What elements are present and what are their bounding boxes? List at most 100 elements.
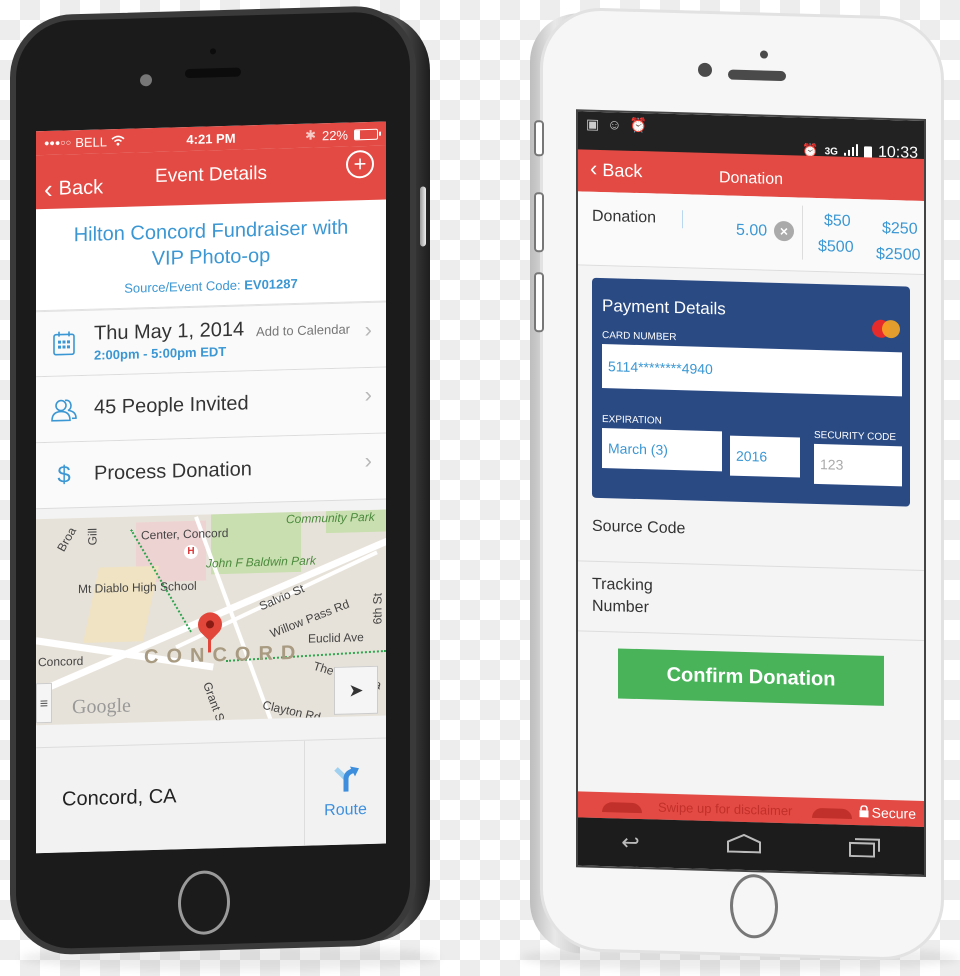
quick-amount-500[interactable]: $500 [818, 238, 854, 257]
security-code-label: SECURITY CODE [814, 429, 897, 444]
back-arrow-icon[interactable]: ↩ [621, 830, 639, 857]
quick-amount-250[interactable]: $250 [882, 220, 918, 239]
clear-icon[interactable]: × [774, 220, 794, 242]
page-title: Event Details [155, 162, 267, 187]
back-button[interactable]: ‹ Back [590, 156, 642, 183]
battery-percent: 22% [321, 127, 348, 143]
home-icon[interactable] [726, 832, 762, 859]
lock-icon [859, 804, 869, 820]
map-menu-icon[interactable]: ≡ [36, 682, 52, 724]
home-button[interactable] [730, 873, 778, 939]
signal-dots-icon: ●●●○○ [44, 137, 72, 149]
android-nav-bar: ↩ [578, 817, 924, 876]
exp-year-select[interactable]: 2016 [730, 435, 800, 478]
school-area [83, 565, 159, 643]
swipe-handle-icon [602, 802, 642, 814]
expiration-label: EXPIRATION [602, 414, 662, 427]
carrier: ●●●○○ BELL [44, 133, 125, 150]
event-code: Source/Event Code: EV01287 [56, 274, 366, 298]
donation-screen: ▣ ☺ ⏰ ⏰ 3G 10:33 ‹ Back Donation Donatio… [576, 109, 926, 878]
volume-down-button [534, 272, 544, 333]
donation-amount-input[interactable]: 5.00 [736, 222, 767, 241]
volume-up-button [534, 192, 544, 253]
chevron-left-icon: ‹ [590, 155, 598, 181]
swipe-disclaimer-text: Swipe up for disclaimer [658, 799, 793, 819]
people-icon [50, 397, 78, 422]
event-code-value: EV01287 [244, 275, 298, 293]
status-time: 4:21 PM [186, 130, 236, 147]
map-view[interactable]: Community Park Center, Concord H John F … [36, 509, 386, 726]
add-to-calendar-link[interactable]: Add to Calendar [256, 322, 350, 340]
route-button[interactable]: Route [304, 738, 386, 846]
secure-label: Secure [871, 804, 916, 822]
alarm-notification-icon: ⏰ [629, 116, 647, 134]
wifi-icon [111, 133, 125, 148]
source-code-label: Source Code [592, 517, 686, 538]
secure-badge: Secure [859, 804, 916, 822]
page-title: Donation [718, 169, 784, 189]
earpiece-speaker [185, 67, 241, 79]
event-header: Hilton Concord Fundraiser with VIP Photo… [36, 199, 386, 312]
chevron-right-icon: › [364, 316, 372, 343]
chevron-left-icon: ‹ [44, 173, 53, 204]
battery-icon [354, 128, 378, 140]
locate-arrow-icon[interactable]: ➤ [334, 665, 378, 715]
source-code-field[interactable]: Source Code [578, 503, 924, 572]
map-label: Center, Concord [141, 525, 229, 543]
location-city: Concord, CA [62, 785, 177, 811]
map-label: Mt Diablo High School [78, 578, 197, 597]
map-label: Concord [38, 653, 84, 670]
tracking-number-field[interactable]: Tracking Number [578, 561, 924, 642]
plus-circle-icon[interactable]: + [346, 149, 374, 179]
route-fork-icon [332, 764, 360, 798]
event-date: Thu May 1, 2014 [94, 318, 245, 345]
map-label: Euclid Ave [308, 630, 364, 646]
front-camera [698, 62, 712, 78]
chevron-right-icon: › [364, 447, 372, 474]
payment-card: Payment Details CARD NUMBER 5114********… [592, 277, 910, 507]
route-label: Route [324, 801, 367, 820]
map-pin-tail [208, 632, 211, 653]
donation-row: Donation 5.00 × $50 $250 $500 $2500 [578, 191, 924, 276]
quick-amount-50[interactable]: $50 [824, 212, 851, 231]
map-label: Grant St [200, 679, 229, 726]
earpiece-speaker [728, 69, 786, 82]
security-code-input[interactable]: 123 [814, 443, 902, 487]
back-button[interactable]: ‹ Back [36, 172, 103, 205]
mastercard-icon [872, 319, 900, 339]
card-number-label: CARD NUMBER [602, 330, 677, 344]
people-invited-row[interactable]: 45 People Invited › [36, 367, 386, 444]
nav-bar: ‹ Back Event Details + [36, 145, 386, 210]
dollar-icon: $ [57, 460, 71, 489]
front-sensor [760, 50, 768, 59]
swipe-handle-icon [812, 807, 852, 819]
exp-month-select[interactable]: March (3) [602, 428, 722, 472]
recent-apps-icon[interactable] [848, 835, 881, 864]
event-code-label: Source/Event Code: [124, 277, 241, 296]
mute-switch [534, 120, 544, 157]
date-row[interactable]: Thu May 1, 2014 2:00pm - 5:00pm EDT Add … [36, 301, 386, 378]
map-city-label: CONCORD [144, 641, 304, 669]
process-donation-row[interactable]: $ Process Donation › [36, 433, 386, 510]
battery-fill [355, 129, 360, 139]
event-details-screen: ●●●○○ BELL 4:21 PM ✱ 22% ‹ Back Event De… [36, 121, 386, 854]
quick-amount-2500[interactable]: $2500 [876, 246, 921, 265]
iphone-white: ▣ ☺ ⏰ ⏰ 3G 10:33 ‹ Back Donation Donatio… [530, 2, 948, 976]
divider [802, 205, 803, 260]
google-logo: Google [72, 694, 131, 719]
mastercard-orange [882, 319, 900, 339]
map-label: Gill [85, 527, 100, 546]
calendar-icon [50, 331, 78, 356]
back-label: Back [602, 160, 643, 182]
image-notification-icon: ▣ [586, 115, 600, 132]
power-button [420, 186, 426, 247]
map-label: Broa [54, 524, 80, 554]
carrier-name: BELL [75, 133, 107, 150]
people-invited-label: 45 People Invited [94, 392, 249, 419]
map-label: Clayton Rd [261, 697, 323, 725]
map-label: 6th St [370, 592, 385, 625]
card-number-input[interactable]: 5114********4940 [602, 344, 902, 397]
event-title: Hilton Concord Fundraiser with VIP Photo… [73, 216, 349, 271]
confirm-donation-button[interactable]: Confirm Donation [618, 648, 884, 706]
bluetooth-icon: ✱ [305, 127, 316, 143]
